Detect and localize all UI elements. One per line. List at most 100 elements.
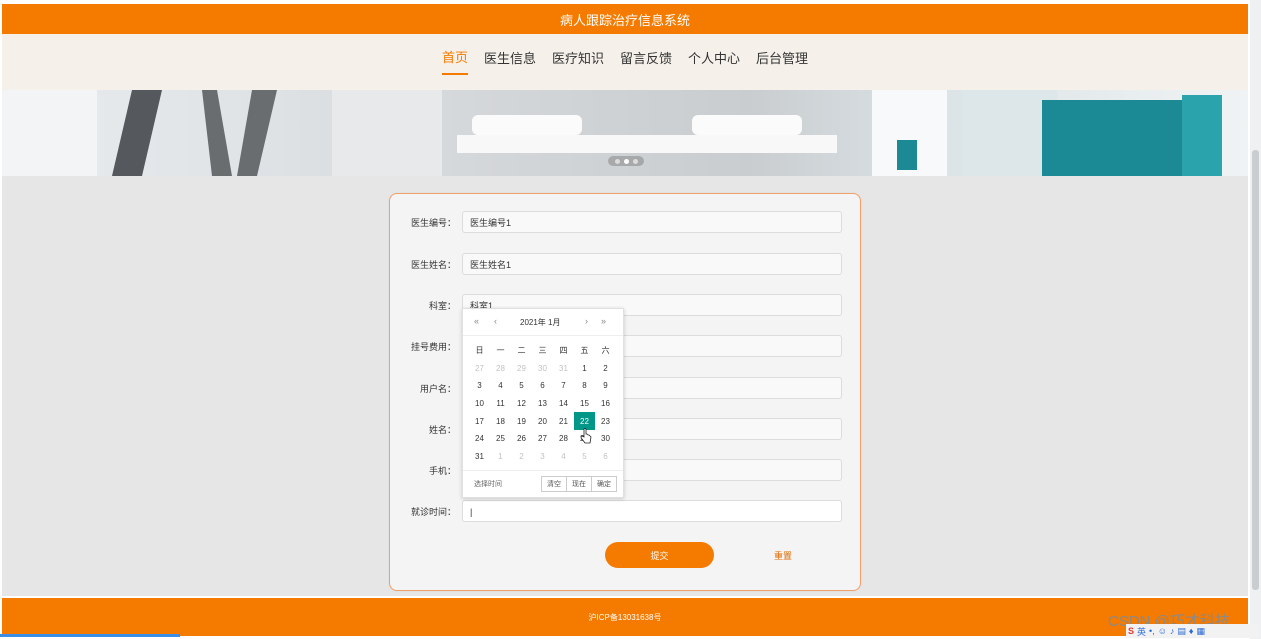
name-label: 姓名： (428, 425, 456, 435)
date-cell[interactable]: 11 (490, 395, 511, 413)
carousel-dot-active[interactable] (623, 158, 629, 164)
date-cell[interactable]: 6 (595, 448, 616, 466)
date-cell[interactable]: 6 (532, 377, 553, 395)
form-row-fee: 挂号费用： (390, 335, 860, 359)
date-cell[interactable]: 27 (532, 430, 553, 448)
date-cell[interactable]: 31 (469, 448, 490, 466)
hand-cursor-icon (580, 428, 592, 444)
form-row-doctor-id: 医生编号： 医生编号1 (390, 211, 860, 235)
date-cell[interactable]: 18 (490, 412, 511, 430)
confirm-button[interactable]: 确定 (591, 476, 617, 492)
carousel-indicator[interactable] (608, 156, 644, 166)
date-cell[interactable]: 19 (511, 412, 532, 430)
skin-icon[interactable]: ♦ (1189, 626, 1194, 636)
date-cell[interactable]: 5 (574, 448, 595, 466)
prev-year-icon[interactable]: « (474, 316, 479, 326)
date-cell[interactable]: 2 (595, 360, 616, 378)
microphone-icon[interactable]: ♪ (1170, 626, 1175, 636)
clear-button[interactable]: 清空 (541, 476, 567, 492)
form-row-visit-time: 就诊时间： | (390, 500, 860, 524)
nav-medical-knowledge[interactable]: 医疗知识 (552, 50, 604, 74)
date-cell[interactable]: 15 (574, 395, 595, 413)
submit-button[interactable]: 提交 (605, 542, 714, 568)
date-picker-footer: 选择时间 清空 现在 确定 (463, 470, 623, 497)
date-picker: « ‹ 2021年 1月 › » 日 一 二 三 四 五 六 27 28 29 … (462, 308, 624, 498)
scrollbar-thumb[interactable] (1252, 150, 1259, 590)
weekday-label: 日 (475, 346, 484, 356)
date-cell[interactable]: 1 (490, 448, 511, 466)
progress-bar (0, 634, 180, 637)
date-picker-title[interactable]: 2021年 1月 (520, 317, 560, 328)
carousel-dot[interactable] (632, 158, 638, 164)
username-label: 用户名： (419, 384, 456, 394)
nav-admin[interactable]: 后台管理 (756, 50, 808, 74)
toolbox-icon[interactable]: ▦ (1197, 626, 1206, 637)
weekday-label: 二 (517, 346, 526, 356)
doctor-id-label: 医生编号： (410, 218, 456, 228)
keyboard-icon[interactable]: ▤ (1177, 626, 1186, 637)
date-cell[interactable]: 25 (490, 430, 511, 448)
form-row-department: 科室： 科室1 (390, 294, 860, 318)
date-cell[interactable]: 4 (553, 448, 574, 466)
progress-indicator (0, 632, 185, 637)
date-cell[interactable]: 9 (595, 377, 616, 395)
prev-month-icon[interactable]: ‹ (494, 316, 497, 326)
next-year-icon[interactable]: » (601, 316, 606, 326)
date-cell[interactable]: 30 (532, 360, 553, 378)
date-cell[interactable]: 30 (595, 430, 616, 448)
weekday-label: 五 (580, 346, 589, 356)
date-cell[interactable]: 23 (595, 412, 616, 430)
page-scrollbar[interactable] (1250, 0, 1261, 639)
date-cell[interactable]: 26 (511, 430, 532, 448)
date-cell[interactable]: 8 (574, 377, 595, 395)
date-cell[interactable]: 5 (511, 377, 532, 395)
visit-time-label: 就诊时间： (410, 507, 456, 517)
date-cell[interactable]: 1 (574, 360, 595, 378)
date-cell[interactable]: 27 (469, 360, 490, 378)
date-cell[interactable]: 2 (511, 448, 532, 466)
weekday-label: 三 (538, 346, 547, 356)
form-row-doctor-name: 医生姓名： 医生姓名1 (390, 253, 860, 277)
date-cell[interactable]: 13 (532, 395, 553, 413)
carousel-dot[interactable] (614, 158, 620, 164)
date-cell[interactable]: 29 (511, 360, 532, 378)
date-cell[interactable]: 3 (469, 377, 490, 395)
app-header: 病人跟踪治疗信息系统 (2, 4, 1248, 34)
doctor-name-input[interactable]: 医生姓名1 (462, 253, 842, 275)
nav-feedback[interactable]: 留言反馈 (620, 50, 672, 74)
date-cell[interactable]: 28 (490, 360, 511, 378)
footer-icp: 沪ICP备13031638号 (588, 612, 662, 622)
reset-button[interactable]: 重置 (762, 542, 804, 568)
visit-time-input[interactable]: | (462, 500, 842, 522)
now-button[interactable]: 现在 (566, 476, 592, 492)
date-cell[interactable]: 21 (553, 412, 574, 430)
date-cell[interactable]: 16 (595, 395, 616, 413)
ime-language[interactable]: 英 (1137, 625, 1146, 638)
nav-home[interactable]: 首页 (441, 49, 468, 75)
select-time-link[interactable]: 选择时间 (474, 479, 502, 489)
date-cell[interactable]: 17 (469, 412, 490, 430)
punctuation-icon[interactable]: •, (1149, 626, 1155, 636)
date-cell[interactable]: 10 (469, 395, 490, 413)
doctor-name-label: 医生姓名： (410, 260, 456, 270)
date-cell[interactable]: 7 (553, 377, 574, 395)
app-title: 病人跟踪治疗信息系统 (559, 12, 690, 28)
date-cell[interactable]: 12 (511, 395, 532, 413)
form-row-phone: 手机： (390, 459, 860, 483)
nav-doctor-info[interactable]: 医生信息 (484, 50, 536, 74)
next-month-icon[interactable]: › (585, 316, 588, 326)
doctor-id-input[interactable]: 医生编号1 (462, 211, 842, 233)
date-cell[interactable]: 24 (469, 430, 490, 448)
ime-toolbar[interactable]: S 英 •, ☺ ♪ ▤ ♦ ▦ (1126, 624, 1259, 638)
date-cell[interactable]: 14 (553, 395, 574, 413)
date-cell[interactable]: 28 (553, 430, 574, 448)
date-grid: 日 一 二 三 四 五 六 27 28 29 30 31 1 2 3 4 5 6… (469, 342, 616, 465)
emoji-icon[interactable]: ☺ (1158, 626, 1167, 636)
date-picker-actions: 清空 现在 确定 (541, 476, 617, 492)
date-picker-header: « ‹ 2021年 1月 › » (463, 309, 623, 336)
nav-personal-center[interactable]: 个人中心 (688, 50, 740, 74)
date-cell[interactable]: 31 (553, 360, 574, 378)
date-cell[interactable]: 4 (490, 377, 511, 395)
date-cell[interactable]: 20 (532, 412, 553, 430)
date-cell[interactable]: 3 (532, 448, 553, 466)
